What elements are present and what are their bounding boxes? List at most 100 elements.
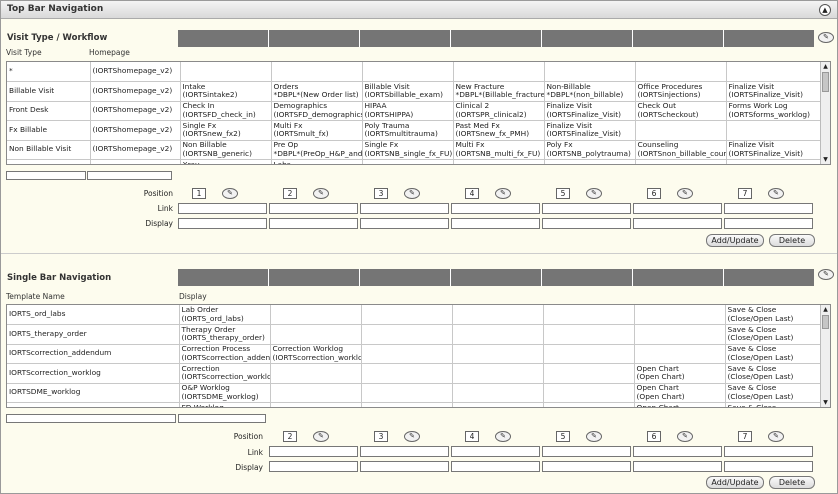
table-cell[interactable]: Forms Work Log (IORTSforms_worklog) — [726, 101, 822, 121]
table-cell[interactable]: Check In (IORTSFD_check_in) — [180, 101, 272, 121]
table-cell[interactable]: (IORTShomepage_v2) — [90, 159, 181, 164]
table-cell[interactable]: Billable Visit — [7, 81, 91, 102]
table-cell[interactable]: Poly Trauma (IORTSmultitrauma) — [362, 120, 454, 141]
table-cell[interactable] — [270, 324, 362, 345]
table-cell[interactable]: IORTSforms_worklog — [7, 402, 180, 407]
table-cell[interactable]: Check Out (IORTScheckout) — [635, 101, 727, 121]
table-cell[interactable]: Poly Fx (IORTSNB_polytrauma) — [544, 140, 636, 160]
vertical-scrollbar[interactable]: ▲ ▼ — [820, 62, 830, 164]
display-input-4[interactable] — [451, 218, 540, 229]
table-cell[interactable] — [270, 383, 362, 403]
table-cell[interactable]: (IORTShomepage_v2) — [90, 62, 181, 82]
visit-type-grid[interactable]: * (IORTShomepage_v2) Billable Visit (IORTSh… — [6, 61, 831, 165]
table-cell[interactable]: Save & Close(Close/Open Last) — [725, 402, 822, 407]
table-cell[interactable] — [452, 324, 544, 345]
table-cell[interactable]: Open Chart(Open Chart) — [634, 363, 726, 384]
table-cell[interactable]: Open Chart(Open Chart) — [634, 383, 726, 403]
table-cell[interactable]: Non-Billable *DBPL*(non_billable) — [544, 81, 636, 102]
link-input-5[interactable] — [542, 446, 631, 457]
table-cell[interactable]: FD Worklog(IORTSforms_worklog) — [179, 402, 271, 407]
table-cell[interactable] — [543, 324, 635, 345]
table-cell[interactable]: IORTS_therapy_order — [7, 324, 180, 345]
edit-icon[interactable]: ✎ — [586, 188, 602, 199]
table-cell[interactable] — [452, 363, 544, 384]
table-cell[interactable]: Office Procedures (IORTSinjections) — [635, 81, 727, 102]
table-cell[interactable]: Correction (IORTScorrection_worklc — [179, 363, 271, 384]
delete-button[interactable]: Delete — [769, 234, 815, 247]
table-cell[interactable] — [361, 324, 453, 345]
table-cell[interactable]: Correction Worklog (IORTScorrection_workl… — [270, 344, 362, 364]
table-cell[interactable] — [361, 305, 453, 325]
table-cell[interactable]: Demographics (IORTSFD_demographics — [271, 101, 363, 121]
table-cell[interactable]: (IORTShomepage_v2) — [90, 140, 181, 160]
table-cell[interactable] — [543, 344, 635, 364]
table-cell[interactable]: Therapy Order (IORTS_therapy_order) — [179, 324, 271, 345]
link-input-4[interactable] — [451, 203, 540, 214]
single-bar-grid[interactable]: IORTS_ord_labs Lab Order (IORTS_ord_labs) S… — [6, 304, 831, 408]
table-cell[interactable]: HIPAA (IORTSHIPPA) — [362, 101, 454, 121]
edit-icon[interactable]: ✎ — [768, 188, 784, 199]
edit-icon[interactable]: ✎ — [818, 269, 834, 280]
scroll-up-icon[interactable]: ▲ — [822, 306, 829, 313]
table-row[interactable]: Front Desk (IORTShomepage_v2) Check In (IOR… — [7, 101, 822, 121]
new-display-input[interactable] — [178, 414, 266, 423]
table-cell[interactable]: Intake (IORTSintake2) — [180, 81, 272, 102]
table-row[interactable]: IORTSDME_worklog O&P Worklog (IORTSDME_wor… — [7, 383, 822, 403]
add-update-button[interactable]: Add/Update — [706, 476, 764, 489]
edit-icon[interactable]: ✎ — [677, 188, 693, 199]
link-input-7[interactable] — [724, 203, 813, 214]
scroll-down-icon[interactable]: ▼ — [822, 156, 829, 163]
table-cell[interactable] — [270, 305, 362, 325]
table-cell[interactable]: Save & Close(Close/Open Last) — [725, 363, 822, 384]
table-cell[interactable]: Finalize Visit (IORTSFinalize_Visit) — [726, 140, 822, 160]
link-input-7[interactable] — [724, 446, 813, 457]
table-cell[interactable]: Orders *DBPL*(New Order list) — [271, 81, 363, 102]
table-row[interactable]: * (IORTShomepage_v2) — [7, 62, 822, 82]
table-cell[interactable] — [543, 305, 635, 325]
new-homepage-input[interactable] — [87, 171, 172, 180]
edit-icon[interactable]: ✎ — [495, 188, 511, 199]
edit-icon[interactable]: ✎ — [404, 188, 420, 199]
collapse-icon[interactable]: ▲ — [819, 4, 831, 16]
table-cell[interactable] — [362, 159, 454, 164]
table-cell[interactable]: Multi Fx (IORTSmult_fx) — [271, 120, 363, 141]
table-cell[interactable]: Save & Close(Close/Open Last) — [725, 344, 822, 364]
table-cell[interactable] — [453, 159, 545, 164]
new-visit-type-input[interactable] — [6, 171, 86, 180]
edit-icon[interactable]: ✎ — [586, 431, 602, 442]
table-cell[interactable] — [180, 62, 272, 82]
table-cell[interactable]: Orders — [7, 159, 91, 164]
table-cell[interactable] — [362, 62, 454, 82]
display-input-7[interactable] — [724, 461, 813, 472]
table-cell[interactable] — [452, 383, 544, 403]
table-cell[interactable] — [361, 344, 453, 364]
delete-button[interactable]: Delete — [769, 476, 815, 489]
table-cell[interactable]: (IORTShomepage_v2) — [90, 81, 181, 102]
display-input-6[interactable] — [633, 461, 722, 472]
edit-icon[interactable]: ✎ — [768, 431, 784, 442]
table-row[interactable]: Fx Billable (IORTShomepage_v2) Single Fx (I… — [7, 120, 822, 141]
table-cell[interactable]: Save & Close(Close/Open Last) — [725, 324, 822, 345]
table-cell[interactable]: Xray(IORTSXray_v2) — [180, 159, 272, 164]
display-input-3[interactable] — [360, 218, 449, 229]
display-input-5[interactable] — [542, 461, 631, 472]
table-cell[interactable]: Lab Order (IORTS_ord_labs) — [179, 305, 271, 325]
table-cell[interactable]: IORTSDME_worklog — [7, 383, 180, 403]
table-cell[interactable] — [726, 62, 822, 82]
table-cell[interactable] — [361, 383, 453, 403]
table-cell[interactable]: Fx Billable — [7, 120, 91, 141]
table-cell[interactable] — [361, 402, 453, 407]
table-cell[interactable] — [726, 159, 822, 164]
table-cell[interactable]: (IORTShomepage_v2) — [90, 101, 181, 121]
display-input-3[interactable] — [360, 461, 449, 472]
edit-icon[interactable]: ✎ — [495, 431, 511, 442]
table-cell[interactable] — [453, 62, 545, 82]
edit-icon[interactable]: ✎ — [677, 431, 693, 442]
table-cell[interactable]: Clinical 2 (IORTSPR_clinical2) — [453, 101, 545, 121]
table-cell[interactable]: Single Fx (IORTSnew_fx2) — [180, 120, 272, 141]
table-cell[interactable]: Single Fx (IORTSNB_single_fx_FU) — [362, 140, 454, 160]
link-input-2[interactable] — [269, 203, 358, 214]
scroll-thumb[interactable] — [822, 72, 829, 92]
table-cell[interactable] — [543, 383, 635, 403]
link-input-3[interactable] — [360, 446, 449, 457]
